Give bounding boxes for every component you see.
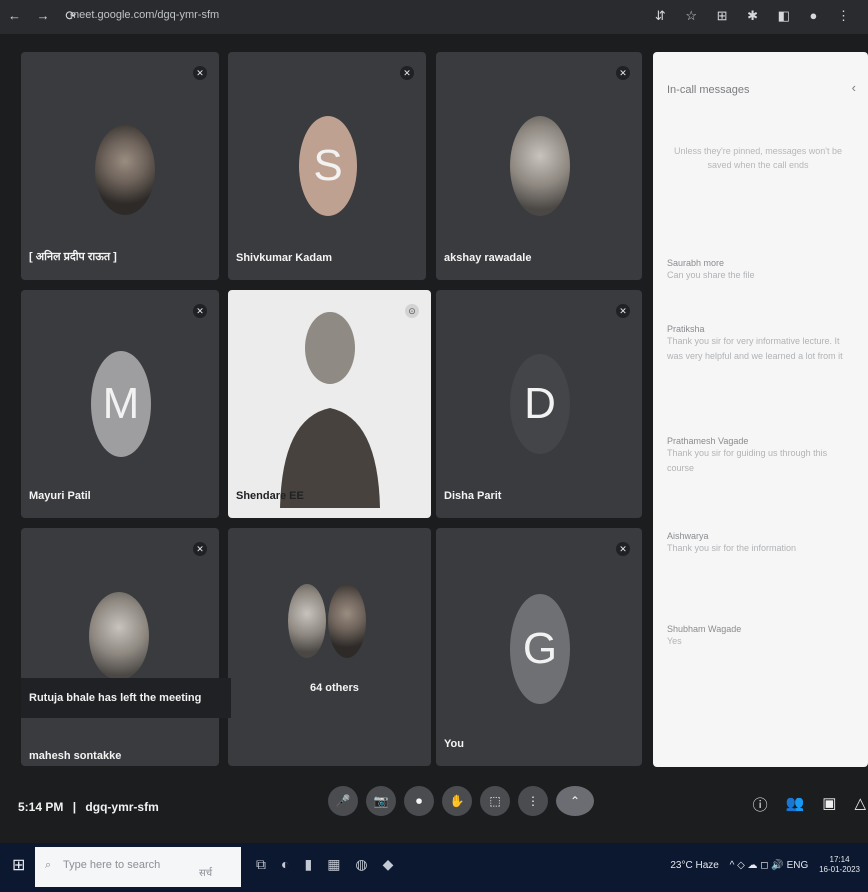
participant-name: Disha Parit	[444, 490, 502, 502]
meeting-time-and-code: 5:14 PM | dgq-ymr-sfm	[18, 800, 159, 814]
chat-message: Saurabh more Can you share the file	[667, 258, 847, 283]
participant-avatar	[510, 116, 570, 216]
participant-tile[interactable]: ✕ mahesh sontakke	[21, 528, 219, 766]
message-text: Thank you sir for very informative lectu…	[667, 336, 843, 361]
tray-icons[interactable]: ^ ◇ ☁ ◻ 🔊 ENG	[730, 860, 809, 871]
participant-avatar: D	[510, 354, 570, 454]
mic-button[interactable]: 🎤	[328, 786, 358, 816]
meeting-time: 5:14 PM	[18, 800, 64, 814]
participant-tile[interactable]: 64 others	[228, 528, 431, 766]
mic-off-icon: ✕	[616, 66, 630, 80]
chat-message: Pratiksha Thank you sir for very informa…	[667, 324, 847, 364]
people-icon[interactable]: 👥	[786, 794, 805, 815]
clock[interactable]: 17:14 16-01-2023	[819, 855, 860, 875]
chat-message: Prathamesh Vagade Thank you sir for guid…	[667, 436, 847, 476]
message-sender: Aishwarya	[667, 531, 709, 541]
participant-video-tile[interactable]: ⊙ Shendare EE	[228, 290, 431, 518]
clock-time: 17:14	[829, 855, 850, 864]
mic-off-icon: ✕	[193, 542, 207, 556]
meeting-controls: 🎤 📷 ⏺ ✋ ⬚ ⋮ ⌃	[328, 786, 594, 816]
present-button[interactable]: ⬚	[480, 786, 510, 816]
participant-tile[interactable]: ✕ M Mayuri Patil	[21, 290, 219, 518]
message-text: Can you share the file	[667, 270, 755, 280]
participant-avatar	[89, 592, 149, 680]
browser-extension-icons[interactable]: ⇵ ☆ ⊞ ✱ ◧ ● ⋮	[655, 8, 858, 24]
participant-tile[interactable]: ✕ D Disha Parit	[436, 290, 642, 518]
leave-call-button[interactable]: ⌃	[556, 786, 594, 816]
more-options-button[interactable]: ⋮	[518, 786, 548, 816]
taskbar-search[interactable]: ⌕ Type here to search सर्च	[35, 847, 241, 887]
self-tile[interactable]: ✕ G You	[436, 528, 642, 766]
file-explorer-icon[interactable]: ▮	[304, 856, 312, 873]
participant-avatar: M	[91, 351, 151, 457]
message-text: Thank you sir for the information	[667, 543, 797, 553]
chat-message: Shubham Wagade Yes	[667, 624, 847, 649]
participant-name: Mayuri Patil	[29, 490, 91, 502]
message-sender: Shubham Wagade	[667, 624, 742, 634]
participant-tile[interactable]: ✕ akshay rawadale	[436, 52, 642, 280]
mic-off-icon: ✕	[193, 304, 207, 318]
raise-hand-button[interactable]: ✋	[442, 786, 472, 816]
notification-toast: Rutuja bhale has left the meeting	[21, 678, 231, 718]
clock-date: 16-01-2023	[819, 865, 860, 874]
chrome-icon[interactable]: ◍	[355, 856, 367, 873]
close-panel-icon[interactable]: ‹	[852, 80, 856, 95]
app-icon[interactable]: ◆	[383, 856, 394, 873]
weather[interactable]: 23°C Haze	[670, 860, 718, 871]
camera-button[interactable]: 📷	[366, 786, 396, 816]
address-bar[interactable]: meet.google.com/dgq-ymr-sfm	[70, 9, 219, 21]
chat-panel: In-call messages ‹ Unless they're pinned…	[653, 52, 868, 767]
participant-avatar	[95, 125, 155, 215]
participant-name: [ अनिल प्रदीप राऊत ]	[29, 251, 117, 263]
meeting-controls-bar: 5:14 PM | dgq-ymr-sfm 🎤 📷 ⏺ ✋ ⬚ ⋮ ⌃ ⓘ 👥 …	[0, 768, 868, 843]
mic-off-icon: ✕	[400, 66, 414, 80]
info-icon[interactable]: ⓘ	[753, 794, 768, 815]
browser-toolbar: ← → ⟳ meet.google.com/dgq-ymr-sfm ⇵ ☆ ⊞ …	[0, 0, 868, 34]
search-icon: ⌕	[45, 859, 52, 871]
chat-panel-title: In-call messages	[667, 84, 750, 96]
message-sender: Saurabh more	[667, 258, 725, 268]
participant-name: akshay rawadale	[444, 252, 532, 264]
activities-icon[interactable]: △	[854, 794, 866, 815]
windows-start-icon[interactable]: ⊞	[12, 855, 25, 875]
message-sender: Prathamesh Vagade	[667, 436, 749, 446]
toast-message: Rutuja bhale has left the meeting	[29, 692, 202, 704]
store-icon[interactable]: ▦	[327, 856, 340, 873]
participant-avatar: S	[299, 116, 357, 216]
mic-off-icon: ✕	[193, 66, 207, 80]
mic-off-icon: ✕	[616, 304, 630, 318]
meeting-separator: |	[72, 800, 77, 814]
chat-info: Unless they're pinned, messages won't be…	[673, 146, 843, 170]
taskbar-apps: ⧉ ◐ ▮ ▦ ◍ ◆	[256, 856, 393, 873]
search-placeholder: Type here to search	[63, 859, 161, 871]
participant-name: You	[444, 738, 464, 750]
message-text: Yes	[667, 636, 682, 646]
participant-avatar	[288, 584, 326, 658]
panel-controls: ⓘ 👥 ▣ △	[753, 794, 866, 815]
participant-grid: ✕ [ अनिल प्रदीप राऊत ] ✕ S Shivkumar Kad…	[18, 52, 642, 767]
chat-icon[interactable]: ▣	[822, 794, 836, 815]
mic-off-icon: ✕	[616, 542, 630, 556]
system-tray: 23°C Haze ^ ◇ ☁ ◻ 🔊 ENG 17:14 16-01-2023	[670, 855, 860, 875]
participant-avatar	[328, 584, 366, 658]
self-avatar: G	[510, 594, 570, 704]
edge-icon[interactable]: ◐	[281, 856, 289, 873]
participant-tile[interactable]: ✕ S Shivkumar Kadam	[228, 52, 426, 280]
task-view-icon[interactable]: ⧉	[256, 856, 266, 873]
meeting-code: dgq-ymr-sfm	[85, 800, 159, 814]
windows-taskbar: ⊞ ⌕ Type here to search सर्च ⧉ ◐ ▮ ▦ ◍ ◆…	[0, 843, 868, 892]
message-sender: Pratiksha	[667, 324, 705, 334]
participant-name: Shendare EE	[236, 490, 304, 502]
participant-tile[interactable]: ✕ [ अनिल प्रदीप राऊत ]	[21, 52, 219, 280]
participant-name: Shivkumar Kadam	[236, 252, 332, 264]
participant-name: mahesh sontakke	[29, 750, 122, 762]
participant-video	[270, 298, 390, 508]
message-text: Thank you sir for guiding us through thi…	[667, 448, 828, 473]
more-options-icon: ⊙	[405, 304, 419, 318]
captions-button[interactable]: ⏺	[404, 786, 434, 816]
chat-message: Aishwarya Thank you sir for the informat…	[667, 531, 847, 556]
search-hint: सर्च	[199, 868, 213, 879]
others-count: 64 others	[310, 682, 359, 694]
